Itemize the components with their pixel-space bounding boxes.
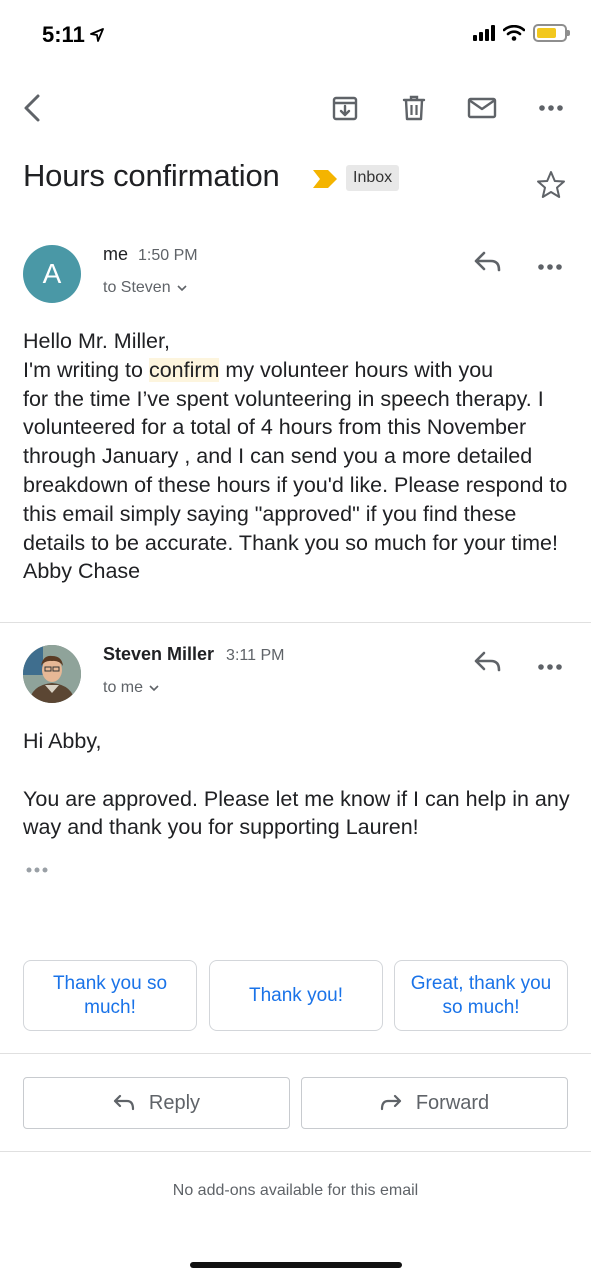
show-trimmed-icon[interactable] [25,861,49,879]
star-icon[interactable] [536,170,566,205]
message-body: Hi Abby, You are approved. Please let me… [23,727,573,842]
recipient-toggle[interactable]: to Steven [103,279,187,297]
avatar[interactable] [23,645,81,703]
clock-text: 5:11 [42,22,85,47]
reply-label: Reply [148,1091,201,1114]
trash-icon[interactable] [398,92,430,124]
smart-reply-button[interactable]: Great, thank you so much! [394,960,568,1031]
forward-arrow-icon [380,1094,401,1111]
forward-label: Forward [415,1091,490,1114]
recipient-text: to Steven [103,279,171,296]
battery-icon [533,24,570,42]
recipient-text: to me [103,679,144,696]
important-marker-icon[interactable] [312,170,338,193]
reply-arrow-icon [113,1094,135,1111]
body-paragraph: for the time I’ve spent volunteering in … [23,386,568,555]
message-time: 1:50 PM [138,247,198,264]
wifi-icon [503,25,525,41]
mail-icon[interactable] [466,92,498,124]
highlighted-word: confirm [148,357,220,382]
sender-name: me [103,244,129,264]
sender-name: Steven Miller [103,644,215,664]
status-indicators [473,24,570,42]
inbox-label[interactable]: Inbox [346,165,400,191]
smart-reply-button[interactable]: Thank you so much! [23,960,197,1031]
smart-reply-button[interactable]: Thank you! [209,960,383,1031]
message-body: Hello Mr. Miller, I'm writing to confirm… [23,327,573,586]
body-greeting: Hi Abby, [23,729,102,753]
reply-button[interactable]: Reply [23,1077,290,1129]
addons-message: No add-ons available for this email [172,1182,419,1199]
message-more-icon[interactable] [537,258,563,276]
location-arrow-icon [89,28,104,42]
body-paragraph: You are approved. Please let me know if … [23,786,570,840]
reply-icon[interactable] [474,650,502,679]
message-more-icon[interactable] [537,658,563,676]
forward-button[interactable]: Forward [301,1077,568,1129]
message-time: 3:11 PM [226,647,285,664]
back-arrow-icon[interactable] [16,92,48,124]
message-header: Steven Miller 3:11 PM [103,644,284,665]
message-divider [0,622,591,623]
status-time: 5:11 [42,22,104,48]
avatar[interactable]: A [23,245,81,303]
footer-divider [0,1151,591,1152]
body-greeting: Hello Mr. Miller, [23,329,170,353]
more-horizontal-icon[interactable] [535,92,567,124]
section-divider [0,1053,591,1054]
archive-icon[interactable] [329,92,361,124]
cell-signal-icon [473,25,495,41]
recipient-toggle[interactable]: to me [103,679,159,697]
message-header: me 1:50 PM [103,244,198,265]
chevron-down-icon [177,284,187,291]
body-first-line: I'm writing to confirm my volunteer hour… [23,357,494,382]
email-subject: Hours confirmation [23,158,280,193]
body-signature: Abby Chase [23,559,141,584]
reply-icon[interactable] [474,250,502,279]
home-indicator[interactable] [190,1262,402,1268]
chevron-down-icon [149,684,159,691]
